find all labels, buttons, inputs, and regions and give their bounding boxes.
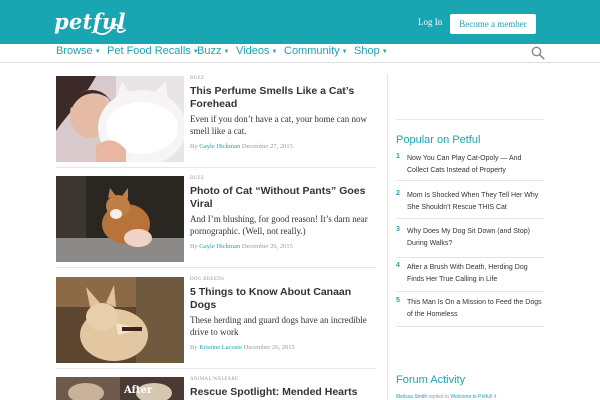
- popular-item[interactable]: 1 Now You Can Play Cat-Opoly — And Colle…: [396, 153, 544, 181]
- popular-item-link[interactable]: After a Brush With Death, Herding Dog Fi…: [407, 262, 544, 286]
- article-title[interactable]: Photo of Cat “Without Pants” Goes Viral: [190, 185, 376, 211]
- article-date: December 27, 2015: [241, 143, 293, 150]
- popular-item[interactable]: 5 This Man Is On a Mission to Feed the D…: [396, 297, 544, 327]
- article-description: And I’m blushing, for good reason! It’s …: [190, 214, 368, 236]
- nav-item-pet-food-recalls[interactable]: Pet Food Recalls ▼: [107, 45, 199, 57]
- article-title[interactable]: 5 Things to Know About Canaan Dogs: [190, 286, 376, 312]
- article-card[interactable]: Dog Breeds 5 Things to Know About Canaan…: [56, 277, 376, 363]
- popular-item-number: 5: [396, 297, 400, 304]
- divider: [56, 368, 376, 369]
- thumbnail-overlay-label: After: [124, 385, 153, 396]
- main-nav: Browse ▼ Pet Food Recalls ▼ Buzz ▼ Videos ▼ …: [0, 44, 600, 63]
- caret-down-icon: ▼: [341, 49, 348, 55]
- popular-item-link[interactable]: This Man Is On a Mission to Feed the Dog…: [407, 297, 544, 321]
- forum-activity-heading: Forum Activity: [396, 374, 466, 386]
- popular-item[interactable]: 2 Mom Is Shocked When They Tell Her Why …: [396, 190, 544, 219]
- article-description: These herding and guard dogs have an inc…: [190, 315, 367, 337]
- become-member-button[interactable]: Become a member: [450, 14, 536, 34]
- nav-item-videos[interactable]: Videos ▼: [236, 45, 277, 57]
- article-author[interactable]: Gayle Hickman: [199, 143, 240, 150]
- article-category[interactable]: Buzz: [190, 76, 376, 84]
- sidebar-divider: [387, 74, 388, 400]
- caret-down-icon: ▼: [223, 49, 230, 55]
- popular-item-link[interactable]: Why Does My Dog Sit Down (and Stop) Duri…: [407, 226, 544, 250]
- popular-heading: Popular on Petful: [396, 134, 481, 146]
- article-category[interactable]: Animal Welfare: [190, 377, 376, 385]
- nav-item-browse[interactable]: Browse ▼: [56, 45, 101, 57]
- divider: [56, 167, 376, 168]
- article-card[interactable]: Buzz Photo of Cat “Without Pants” Goes V…: [56, 176, 376, 262]
- nav-item-buzz[interactable]: Buzz ▼: [197, 45, 229, 57]
- popular-item-number: 2: [396, 190, 400, 197]
- forum-user-link[interactable]: Melissa Smith: [396, 394, 427, 400]
- popular-item-number: 1: [396, 153, 400, 160]
- nav-item-community[interactable]: Community ▼: [284, 45, 348, 57]
- article-meta: By Kristine Lacoste December 26, 2015: [190, 344, 295, 351]
- article-card[interactable]: After Animal Welfare Rescue Spotlight: M…: [56, 377, 376, 400]
- article-author[interactable]: Gayle Hickman: [199, 243, 240, 250]
- divider: [56, 267, 376, 268]
- popular-item-number: 4: [396, 262, 400, 269]
- article-title[interactable]: Rescue Spotlight: Mended Hearts: [190, 386, 376, 399]
- search-icon[interactable]: [531, 46, 545, 60]
- article-author[interactable]: Kristine Lacoste: [199, 344, 242, 351]
- caret-down-icon: ▼: [94, 49, 101, 55]
- article-date: December 26, 2015: [241, 243, 293, 250]
- popular-item-number: 3: [396, 226, 400, 233]
- article-card[interactable]: Buzz This Perfume Smells Like a Cat’s Fo…: [56, 76, 376, 162]
- article-thumbnail-canaan-dog[interactable]: [56, 277, 184, 363]
- caret-down-icon: ▼: [381, 49, 388, 55]
- login-link[interactable]: Log In: [418, 17, 442, 27]
- article-meta: By Gayle Hickman December 26, 2015: [190, 243, 293, 250]
- article-title[interactable]: This Perfume Smells Like a Cat’s Forehea…: [190, 85, 376, 111]
- forum-topic-link[interactable]: Welcome to Petful!: [450, 394, 492, 400]
- logo-swirl-icon: [95, 23, 126, 35]
- sidebar-ad-slot: [396, 74, 544, 120]
- popular-item[interactable]: 4 After a Brush With Death, Herding Dog …: [396, 262, 544, 292]
- forum-activity-item: Melissa Smith replied to Welcome to Petf…: [396, 394, 497, 400]
- site-header: petful Log In Become a member: [0, 0, 600, 44]
- article-category[interactable]: Dog Breeds: [190, 277, 376, 285]
- article-thumbnail-mended-hearts[interactable]: After: [56, 377, 184, 400]
- popular-item-link[interactable]: Mom Is Shocked When They Tell Her Why Sh…: [407, 190, 544, 214]
- caret-down-icon: ▼: [271, 49, 278, 55]
- popular-item-link[interactable]: Now You Can Play Cat-Opoly — And Collect…: [407, 153, 544, 177]
- article-thumbnail-cat-without-pants[interactable]: [56, 176, 184, 262]
- article-description: Even if you don’t have a cat, your home …: [190, 114, 368, 136]
- article-category[interactable]: Buzz: [190, 176, 376, 184]
- popular-item[interactable]: 3 Why Does My Dog Sit Down (and Stop) Du…: [396, 226, 544, 258]
- article-date: December 26, 2015: [243, 344, 295, 351]
- article-thumbnail-woman-plush-cat[interactable]: [56, 76, 184, 162]
- nav-item-shop[interactable]: Shop ▼: [354, 45, 388, 57]
- article-meta: By Gayle Hickman December 27, 2015: [190, 143, 293, 150]
